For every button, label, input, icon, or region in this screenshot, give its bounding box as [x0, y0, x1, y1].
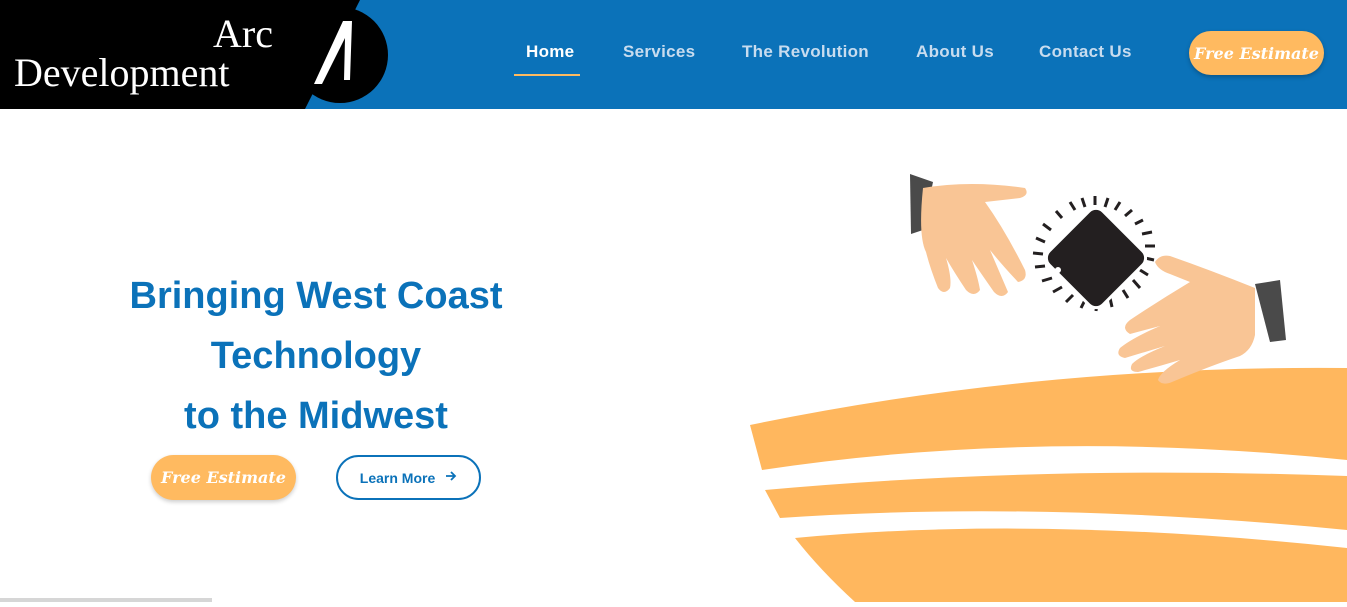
hands-exchanging-chip-illustration — [740, 160, 1347, 607]
header-free-estimate-button[interactable]: Free Estimate — [1189, 31, 1324, 75]
nav-tab-services[interactable]: Services — [623, 42, 695, 62]
nav-tab-the-revolution[interactable]: The Revolution — [742, 42, 869, 62]
hero-title-line-2: Technology — [210, 335, 422, 377]
hero-title-line-3: to the Midwest — [184, 395, 448, 437]
header-bar: Arc Development Home Services The Revolu… — [0, 0, 1347, 109]
hero-free-estimate-button[interactable]: Free Estimate — [151, 455, 296, 500]
nav-tab-home[interactable]: Home — [526, 42, 574, 62]
arrow-right-icon — [445, 470, 457, 485]
logo-text-arc: Arc — [213, 11, 273, 56]
logo[interactable]: Arc Development — [0, 0, 390, 109]
learn-more-label: Learn More — [359, 469, 436, 486]
hero-title-line-1: Bringing West Coast — [129, 275, 503, 317]
nav-tab-contact-us[interactable]: Contact Us — [1039, 42, 1132, 62]
learn-more-button[interactable]: Learn More — [336, 455, 481, 500]
horizontal-scrollbar[interactable] — [0, 598, 212, 602]
logo-text-development: Development — [14, 50, 230, 95]
nav-tab-about-us[interactable]: About Us — [916, 42, 994, 62]
hero-title: Bringing West Coast Technology to the Mi… — [100, 266, 532, 446]
active-tab-indicator — [514, 74, 580, 76]
